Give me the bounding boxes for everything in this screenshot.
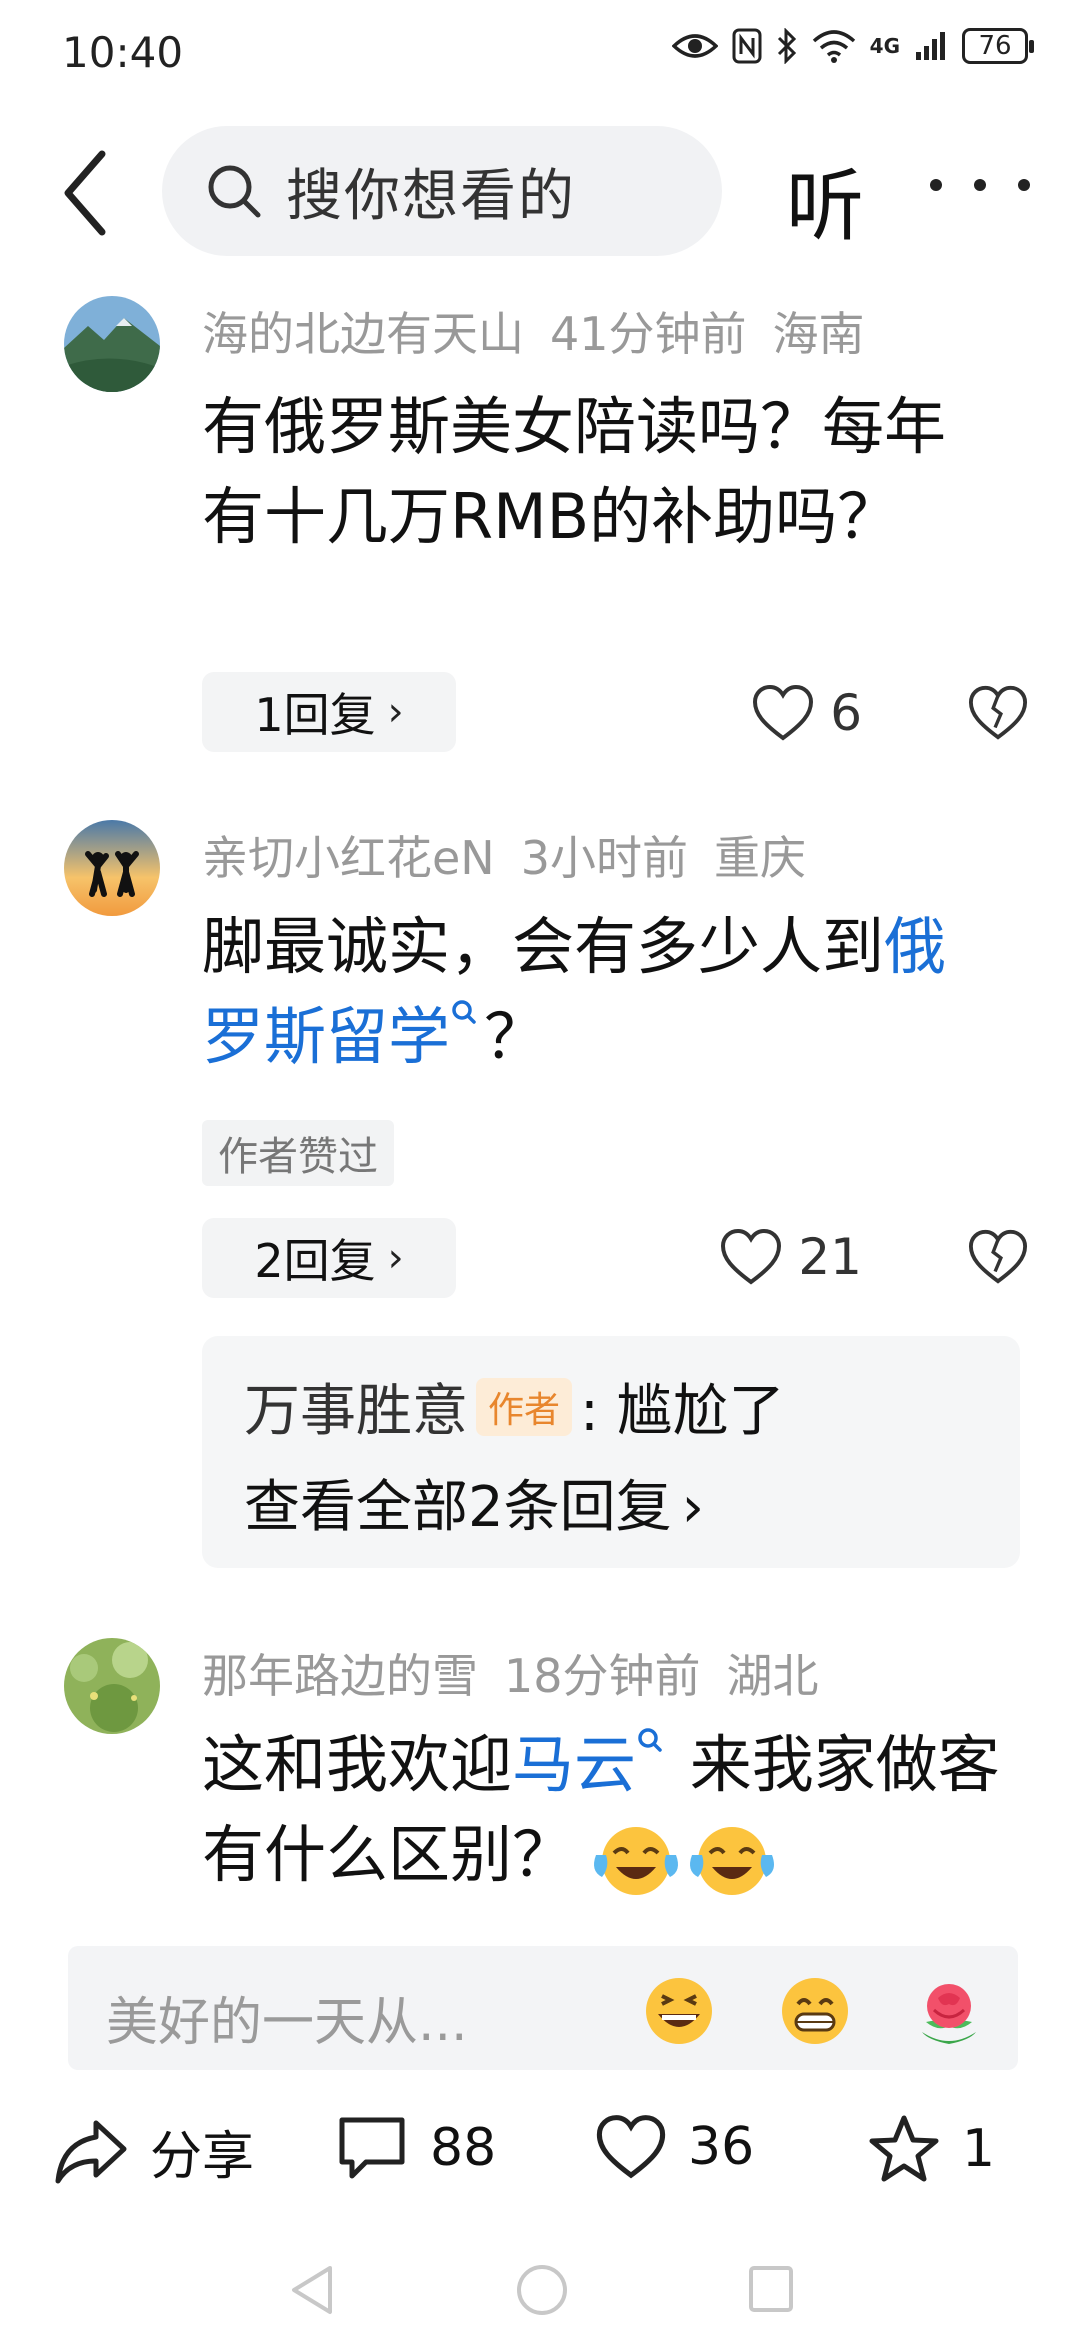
nav-home-icon[interactable] [514,2262,570,2318]
comment-meta: 海的北边有天山 41分钟前 海南 [202,298,891,364]
back-arrow-icon[interactable] [56,148,116,238]
comment-bubble-icon [339,2117,405,2179]
search-icon [208,165,261,218]
wifi-icon [812,30,855,63]
nav-recents-icon[interactable] [746,2262,796,2318]
more-dot [930,179,942,191]
comment-text-part: ？ [484,1000,547,1073]
favorites-count: 1 [962,2119,996,2179]
search-placeholder: 搜你想看的 [286,163,576,229]
view-all-replies-link[interactable]: 查看全部2条回复 › [244,1462,704,1543]
laughing-crying-emoji-icon [690,1826,775,1895]
heart-icon [753,684,814,741]
comments-count: 88 [430,2118,497,2178]
favorite-button[interactable]: 1 [868,2114,995,2184]
comment-text: 脚最诚实，会有多少人到俄罗斯留学？ [202,902,1002,1082]
broken-heart-icon[interactable] [968,1228,1028,1286]
comment-meta: 亲切小红花eN 3小时前 重庆 [202,822,832,888]
nfc-icon [732,28,762,64]
avatar[interactable] [64,820,160,916]
share-label: 分享 [150,2127,255,2187]
chevron-right-icon: › [681,1475,705,1540]
laughing-crying-emoji-icon [594,1826,679,1895]
likes-count: 36 [688,2117,755,2177]
grinning-emoji-icon[interactable] [642,1974,716,2048]
like-count: 21 [798,1228,862,1286]
status-icons: 4G 76 [671,28,1034,64]
share-button[interactable]: 分享 [54,2114,254,2189]
top-nav: 搜你想看的 听 [0,120,1080,260]
comment-username[interactable]: 亲切小红花eN [202,831,495,885]
comment-time: 41分钟前 [550,307,747,361]
search-link-icon [638,1728,662,1752]
avatar[interactable] [64,1638,160,1734]
listen-button[interactable]: 听 [786,144,864,256]
comment-time: 3小时前 [520,831,688,885]
search-link[interactable]: 马云 [512,1728,670,1801]
comment-text: 这和我欢迎马云 来我家做客有什么区别？ [202,1720,1002,1900]
replies-label: 1回复 [254,688,376,742]
eye-icon [671,34,718,58]
avatar[interactable] [64,296,160,392]
signal-icon [916,32,945,60]
share-icon [55,2120,127,2183]
rose-emoji-icon[interactable] [912,1974,986,2048]
search-link-icon [452,1000,476,1024]
action-bar: 分享 88 36 1 [0,2100,1080,2200]
status-time: 10:40 [62,28,184,77]
comment-username[interactable]: 那年路边的雪 [202,1649,478,1703]
view-all-replies-label: 查看全部2条回复 [244,1475,672,1540]
comment-meta: 那年路边的雪 18分钟前 湖北 [202,1640,845,1706]
author-tag: 作者 [476,1377,573,1436]
sub-reply-box[interactable]: 万事胜意 作者 : 尴尬了 查看全部2条回复 › [202,1336,1020,1568]
comment-text-part: 脚最诚实，会有多少人到 [202,910,885,983]
comment-location: 重庆 [714,831,806,885]
broken-heart-icon[interactable] [968,684,1028,742]
comment-time: 18分钟前 [504,1649,701,1703]
comment-username[interactable]: 海的北边有天山 [202,307,524,361]
nav-back-icon[interactable] [286,2262,336,2318]
system-nav-bar [0,2240,1080,2340]
replies-button[interactable]: 2回复 › [202,1218,456,1298]
search-link-text: 马云 [512,1728,637,1801]
more-options-button[interactable] [930,160,1030,210]
star-icon [869,2115,939,2182]
search-input[interactable]: 搜你想看的 [162,126,722,256]
battery-level: 76 [978,31,1012,61]
bluetooth-icon [777,28,796,64]
heart-icon [721,1228,782,1285]
more-dot [1018,179,1030,191]
author-liked-badge: 作者赞过 [202,1120,394,1186]
comment-location: 海南 [772,307,865,361]
like-count: 6 [830,684,862,742]
status-bar: 10:40 4G 76 [0,0,1080,105]
replies-label: 2回复 [254,1234,376,1288]
sub-reply-line: 万事胜意 作者 : 尴尬了 [244,1366,785,1447]
replies-button[interactable]: 1回复 › [202,672,456,752]
chevron-right-icon: › [387,1235,404,1281]
comment-input-placeholder: 美好的一天从... [106,1993,468,2053]
heart-icon [596,2115,666,2179]
sub-reply-text: : 尴尬了 [580,1379,785,1444]
comment-input[interactable]: 美好的一天从... [68,1946,1018,2070]
comment-text-part: 这和我欢迎 [202,1728,513,1801]
comment-location: 湖北 [726,1649,819,1703]
comments-button[interactable]: 88 [336,2114,496,2182]
like-button[interactable]: 6 [752,684,862,742]
big-grin-emoji-icon[interactable] [778,1974,852,2048]
more-dot [974,179,986,191]
comment-text: 有俄罗斯美女陪读吗？每年有十几万RMB的补助吗？ [202,390,947,553]
network-type: 4G [869,34,900,58]
like-button[interactable]: 21 [720,1228,862,1286]
chevron-right-icon: › [387,689,404,735]
sub-reply-author[interactable]: 万事胜意 [244,1366,468,1447]
like-post-button[interactable]: 36 [596,2114,754,2180]
battery-indicator: 76 [962,28,1034,64]
